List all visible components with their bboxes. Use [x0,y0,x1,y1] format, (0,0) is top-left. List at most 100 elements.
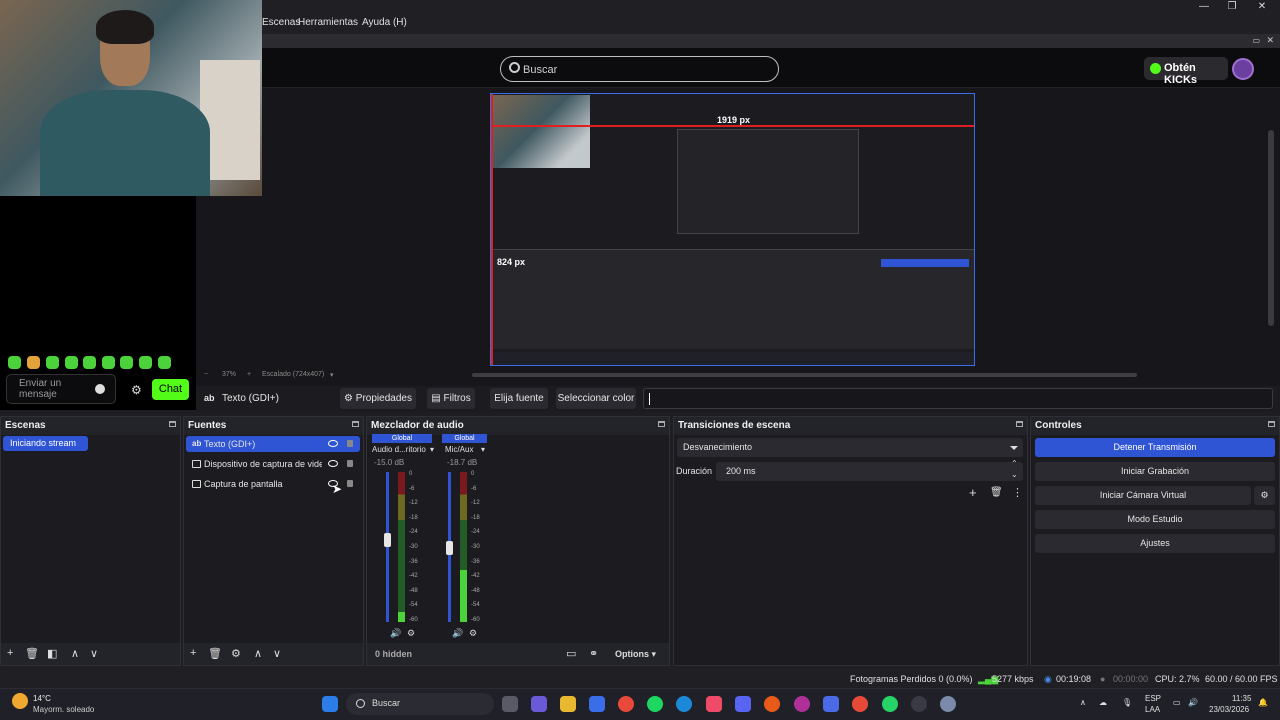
get-kicks-button[interactable]: Obtén KICKs [1144,57,1228,86]
down-icon[interactable]: ∨ [273,647,281,660]
obs-icon[interactable] [911,696,927,712]
add-icon[interactable]: + [190,647,196,659]
popout-icon[interactable] [1016,421,1023,427]
avatar[interactable] [1232,58,1254,80]
file-explorer-icon[interactable] [560,696,576,712]
whatsapp-icon[interactable] [882,696,898,712]
emote-icon[interactable] [65,356,78,369]
fader-knob[interactable] [446,541,453,555]
speaker-icon[interactable]: 🔊 [390,628,401,639]
maximize-icon[interactable]: ❐ [1222,1,1242,12]
speaker-icon[interactable]: 🔊 [452,628,463,639]
add-icon[interactable]: + [7,647,13,659]
emote-icon[interactable] [139,356,152,369]
search-input[interactable]: Buscar [500,56,779,82]
settings-icon[interactable] [940,696,956,712]
spotify-icon[interactable] [647,696,663,712]
properties-button[interactable]: ⚙ Propiedades [340,388,416,409]
down-icon[interactable]: ∨ [90,647,98,660]
gear-icon[interactable]: ⚙ [407,628,415,639]
filter-icon[interactable]: ◧ [47,647,57,660]
choose-color-button[interactable]: Seleccionar color [556,388,636,409]
popout-icon[interactable] [1268,421,1275,427]
up-icon[interactable]: ∧ [254,647,262,660]
lock-icon[interactable] [347,440,353,447]
chevron-down-icon[interactable]: ▾ [481,445,485,454]
chat-send-button[interactable]: Chat [152,379,189,400]
zoom-in-icon[interactable]: + [247,371,251,378]
app-icon[interactable] [823,696,839,712]
lock-icon[interactable] [347,460,353,467]
emote-icon[interactable] [8,356,21,369]
discord-icon[interactable] [735,696,751,712]
chrome-icon[interactable] [618,696,634,712]
popout-icon[interactable]: ▭ [1252,36,1260,45]
source-item[interactable]: ab Texto (GDI+) [186,436,360,452]
menu-ayuda[interactable]: Ayuda (H) [362,17,407,28]
chevron-up-icon[interactable]: ∧ [1080,698,1086,707]
add-icon[interactable]: + [969,485,977,500]
mic-icon[interactable]: 🎙 [1122,698,1132,707]
eye-icon[interactable] [328,460,338,467]
gear-icon[interactable]: ⚙ [131,383,142,397]
chevron-down-icon[interactable]: ⌄ [1011,470,1018,479]
start-recording-button[interactable]: Iniciar Grabación [1035,462,1275,481]
lock-icon[interactable] [347,480,353,487]
fader-knob[interactable] [384,533,391,547]
emote-icon[interactable] [120,356,133,369]
menu-escenas[interactable]: Escenas [262,17,300,28]
settings-button[interactable]: Ajustes [1035,534,1275,553]
text-input[interactable] [643,388,1273,409]
virtual-camera-settings-button[interactable]: ⚙ [1254,486,1275,505]
preview-hscrollbar[interactable] [472,373,1137,377]
chat-message-input[interactable]: Enviar un mensaje [6,374,116,404]
clock-date[interactable]: 23/03/2026 [1209,705,1249,714]
close-icon[interactable]: ✕ [1252,1,1272,12]
weather-icon[interactable] [12,693,28,709]
scene-item[interactable]: Iniciando stream [3,436,88,451]
eye-icon[interactable] [328,440,338,447]
gear-icon[interactable]: ⚙ [231,647,241,660]
edge-icon[interactable] [676,696,692,712]
up-icon[interactable]: ∧ [71,647,79,660]
studio-mode-button[interactable]: Modo Estudio [1035,510,1275,529]
taskbar-search[interactable]: Buscar [346,693,494,715]
chevron-up-icon[interactable]: ⌃ [1011,459,1018,468]
trash-icon[interactable]: 🗑 [25,647,39,660]
emote-icon[interactable] [83,356,96,369]
notification-icon[interactable]: 🔔 [1258,698,1268,707]
emote-icon[interactable] [158,356,171,369]
menu-herramientas[interactable]: Herramientas [298,17,358,28]
channel-name[interactable]: Mic/Aux [445,445,473,454]
store-icon[interactable] [589,696,605,712]
emote-icon[interactable] [46,356,59,369]
stop-stream-button[interactable]: Detener Transmisión [1035,438,1275,457]
music-icon[interactable] [706,696,722,712]
app-icon[interactable] [764,696,780,712]
emote-icon[interactable] [102,356,115,369]
filters-button[interactable]: ▤ Filtros [427,388,475,409]
chevron-down-icon[interactable]: ▾ [330,371,334,379]
more-icon[interactable]: ⋮ [1012,486,1023,499]
trash-icon[interactable]: 🗑 [990,487,1003,498]
popout-icon[interactable] [169,421,176,427]
choose-font-button[interactable]: Elija fuente [490,388,548,409]
source-item[interactable]: Dispositivo de captura de vide [186,456,360,472]
popout-icon[interactable] [658,421,665,427]
duration-stepper[interactable]: 200 ms [716,462,1023,481]
options-button[interactable]: Options ▾ [615,649,656,660]
windows-start-icon[interactable] [322,696,338,712]
gear-icon[interactable]: ⚙ [469,628,477,639]
minimize-icon[interactable]: — [1194,1,1214,12]
emoji-icon[interactable] [95,384,105,394]
copilot-icon[interactable] [531,696,547,712]
zoom-out-icon[interactable]: − [204,371,208,378]
opera-icon[interactable] [794,696,810,712]
trash-icon[interactable]: 🗑 [208,647,222,660]
cloud-icon[interactable]: ☁ [1099,698,1107,707]
link-icon[interactable]: ⚭ [589,647,598,660]
channel-name[interactable]: Audio d...ritorio [372,445,426,454]
emote-icon[interactable] [27,356,40,369]
network-icon[interactable]: ▭ [1173,698,1181,707]
close-icon[interactable]: ✕ [1266,35,1274,46]
